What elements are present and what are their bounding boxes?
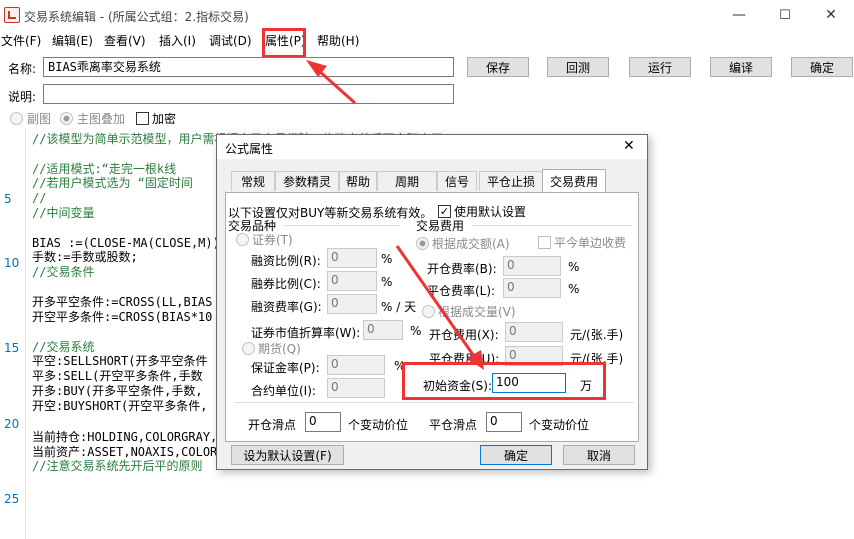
- arrow-to-capital: [395, 245, 484, 370]
- annotation-arrows: [306, 60, 484, 370]
- arrow-to-menu: [306, 60, 356, 105]
